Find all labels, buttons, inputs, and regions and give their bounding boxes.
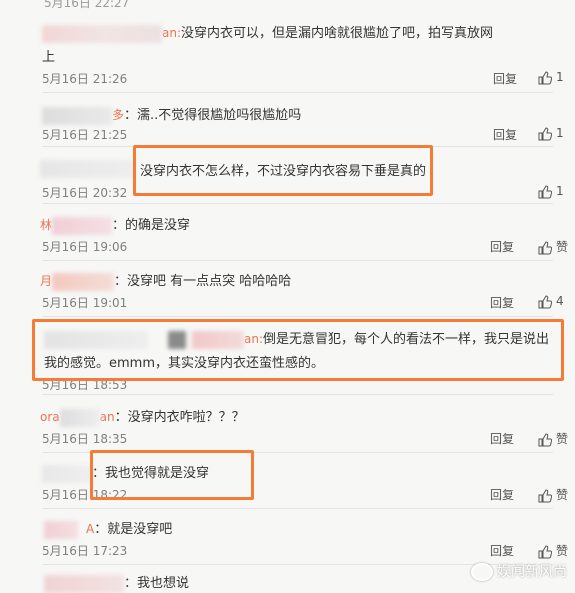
thumbs-up-icon xyxy=(538,184,553,198)
blurred-username xyxy=(40,160,135,178)
reply-button[interactable]: 回复 xyxy=(490,542,514,559)
like-button[interactable]: 赞 xyxy=(538,542,568,559)
blurred-username xyxy=(52,216,113,235)
thumbs-up-icon xyxy=(538,240,553,254)
username-fragment[interactable]: an xyxy=(100,410,115,424)
highlight-box xyxy=(90,450,254,500)
reply-button[interactable]: 回复 xyxy=(490,238,514,255)
blurred-username xyxy=(44,574,124,593)
reply-button[interactable]: 回复 xyxy=(493,70,517,87)
divider xyxy=(42,394,553,395)
like-button[interactable]: 1 xyxy=(538,184,564,199)
comment-author-row: an:没穿内衣可以，但是漏内啥就很尴尬了吧，拍写真放网 xyxy=(42,22,493,43)
blurred-username xyxy=(44,520,78,539)
like-button[interactable]: 赞 xyxy=(538,486,568,503)
reply-button[interactable]: 回复 xyxy=(490,486,514,503)
thumbs-up-icon xyxy=(538,294,553,308)
blurred-username xyxy=(42,24,162,43)
reply-button[interactable]: 回复 xyxy=(490,430,514,447)
comment-time: 5月16日 21:26 xyxy=(42,72,128,86)
username-fragment[interactable]: 月 xyxy=(40,274,52,288)
highlight-box xyxy=(133,145,433,196)
like-button[interactable]: 赞 xyxy=(538,238,568,255)
comment-time: 5月16日 21:25 xyxy=(42,128,128,142)
thumbs-up-icon xyxy=(538,70,553,84)
reply-button[interactable]: 回复 xyxy=(493,126,517,143)
blurred-username xyxy=(42,106,112,125)
comment-feed: 5月16日 22:27 an:没穿内衣可以，但是漏内啥就很尴尬了吧，拍写真放网 … xyxy=(0,0,575,593)
divider xyxy=(42,508,553,509)
thumbs-up-icon xyxy=(538,126,553,140)
divider xyxy=(42,92,553,93)
comment-text: ：的确是没穿 xyxy=(112,218,191,233)
comment-text: 没穿内衣可以，但是漏内啥就很尴尬了吧，拍写真放网 xyxy=(181,26,494,41)
reply-button[interactable]: 回复 xyxy=(490,294,514,311)
comment-time: 5月16日 19:01 xyxy=(42,296,128,310)
comment-text: ：我也想说 xyxy=(124,576,190,591)
like-button[interactable]: 1 xyxy=(538,126,564,141)
username-fragment[interactable]: A xyxy=(86,522,94,536)
thumbs-up-icon xyxy=(538,488,553,502)
divider xyxy=(42,316,553,317)
username-fragment[interactable]: 多 xyxy=(112,108,124,122)
like-button[interactable]: 4 xyxy=(538,294,564,309)
comment-text: ：就是没穿吧 xyxy=(94,522,173,537)
like-button[interactable]: 赞 xyxy=(538,430,568,447)
comment-text: ：没穿吧 有一点点突 哈哈哈哈 xyxy=(114,274,292,289)
blurred-username xyxy=(52,272,115,291)
blurred-username xyxy=(42,464,92,483)
comment-time: 5月16日 20:32 xyxy=(42,186,128,200)
weibo-logo-icon xyxy=(471,563,493,581)
username-fragment[interactable]: an: xyxy=(162,26,181,40)
highlight-box xyxy=(32,319,564,381)
thumbs-up-icon xyxy=(538,544,553,558)
blurred-username xyxy=(59,408,100,427)
comment-time: 5月16日 18:35 xyxy=(42,432,128,446)
like-button[interactable]: 1 xyxy=(538,70,564,85)
comment-text: ：没穿内衣咋啦？？？ xyxy=(114,410,245,425)
watermark: 娱闻新风尚 xyxy=(471,561,567,581)
comment-text-continued: 上 xyxy=(42,50,56,65)
username-fragment[interactable]: 林 xyxy=(40,218,52,232)
divider xyxy=(42,203,553,204)
username-fragment[interactable]: ora xyxy=(40,410,60,424)
comment-time: 5月16日 17:23 xyxy=(42,544,128,558)
cut-off-timestamp: 5月16日 22:27 xyxy=(44,0,130,10)
comment-time: 5月16日 19:06 xyxy=(42,240,128,254)
divider xyxy=(42,260,553,261)
comment-text: ：濡..不觉得很尴尬吗很尴尬吗 xyxy=(124,108,302,123)
thumbs-up-icon xyxy=(538,432,553,446)
